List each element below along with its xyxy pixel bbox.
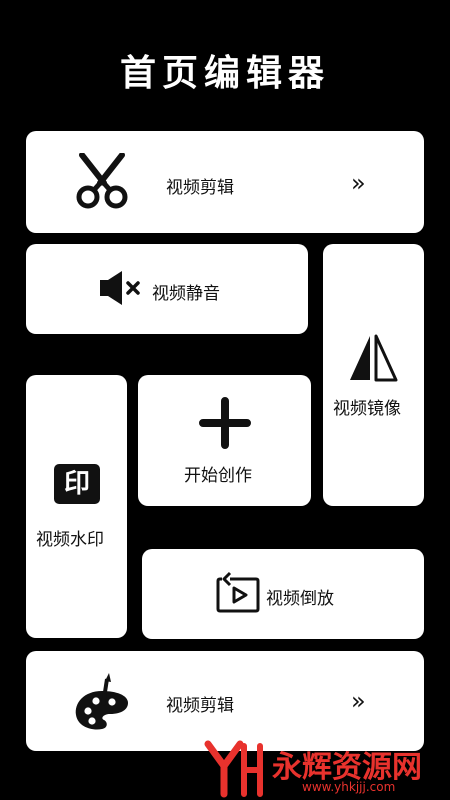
video-mute-label: 视频静音 xyxy=(152,284,220,304)
watermark-url: www.yhkjjj.com xyxy=(302,780,396,794)
video-mirror-card[interactable]: 视频镜像 xyxy=(323,244,424,506)
video-reverse-card[interactable]: 视频倒放 xyxy=(142,549,424,639)
speaker-mute-icon xyxy=(100,271,140,305)
video-watermark-label: 视频水印 xyxy=(36,530,104,550)
reverse-play-icon xyxy=(216,571,260,613)
start-create-label: 开始创作 xyxy=(184,466,252,486)
start-create-card[interactable]: 开始创作 xyxy=(138,375,311,506)
brand-logo-icon xyxy=(204,740,263,798)
video-cut-card-2[interactable]: 视频剪辑 » xyxy=(26,651,424,751)
chevron-double-right-icon[interactable]: » xyxy=(351,687,366,715)
stamp-icon: 印 xyxy=(54,464,100,504)
video-cut-card[interactable]: 视频剪辑 » xyxy=(26,131,424,233)
page-title: 首页编辑器 xyxy=(119,53,330,94)
video-mute-card[interactable]: 视频静音 xyxy=(26,244,308,334)
video-cut-label: 视频剪辑 xyxy=(166,696,234,716)
palette-brush-icon xyxy=(75,673,128,730)
video-reverse-label: 视频倒放 xyxy=(266,589,334,609)
video-mirror-label: 视频镜像 xyxy=(333,399,401,419)
mirror-icon xyxy=(350,334,398,382)
chevron-double-right-icon[interactable]: » xyxy=(351,169,366,197)
video-watermark-card[interactable]: 印 视频水印 xyxy=(26,375,127,638)
plus-icon xyxy=(199,397,251,449)
site-watermark: 永辉资源网 www.yhkjjj.com xyxy=(202,738,450,800)
video-cut-label: 视频剪辑 xyxy=(166,178,234,198)
scissors-icon xyxy=(76,153,128,209)
